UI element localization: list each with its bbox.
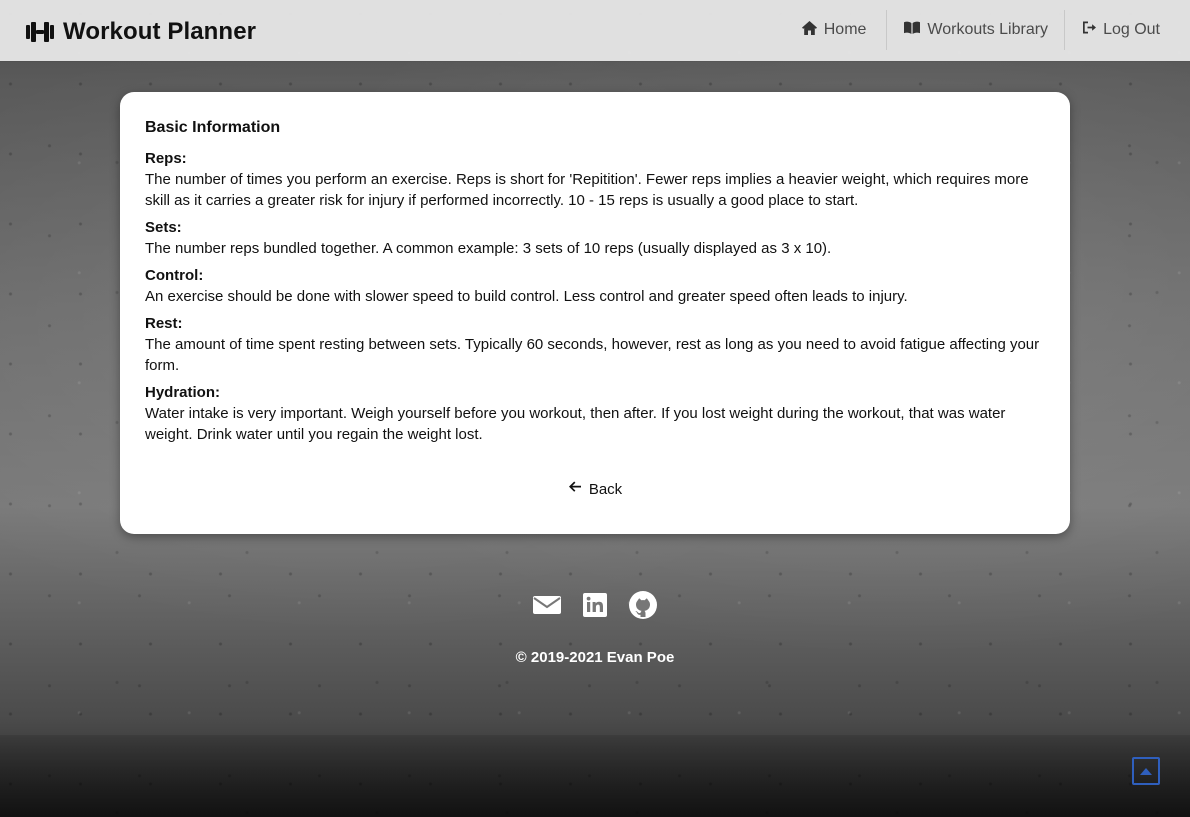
- copyright-text: © 2019-2021 Evan Poe: [515, 649, 675, 666]
- nav-home-link[interactable]: Home: [785, 10, 887, 50]
- definition-sets: The number reps bundled together. A comm…: [145, 240, 832, 257]
- social-links: [0, 588, 1190, 622]
- info-section-reps: Reps: The number of times you perform an…: [145, 149, 1045, 211]
- nav-logout-label: Log Out: [1103, 21, 1160, 38]
- info-section-sets: Sets: The number reps bundled together. …: [145, 218, 1045, 259]
- nav-workouts-library-link[interactable]: Workouts Library: [887, 10, 1064, 50]
- arrow-up-box-icon: [1139, 762, 1153, 781]
- arrow-left-icon: [568, 480, 582, 500]
- term-sets: Sets:: [145, 219, 182, 236]
- term-rest: Rest:: [145, 315, 183, 332]
- site-footer: © 2019-2021 Evan Poe: [0, 588, 1190, 667]
- term-control: Control:: [145, 267, 204, 284]
- nav-home-label: Home: [823, 21, 867, 38]
- github-icon[interactable]: [628, 590, 658, 620]
- definition-rest: The amount of time spent resting between…: [145, 336, 1040, 374]
- top-navbar: Workout Planner Home Workouts Library Lo…: [0, 0, 1190, 61]
- info-section-rest: Rest: The amount of time spent resting b…: [145, 314, 1045, 376]
- term-reps: Reps:: [145, 150, 187, 167]
- nav-workouts-library-label: Workouts Library: [927, 21, 1049, 38]
- dumbbell-icon: [25, 20, 55, 44]
- basic-information-card: Basic Information Reps: The number of ti…: [120, 92, 1070, 534]
- nav-logout-link[interactable]: Log Out: [1065, 10, 1176, 50]
- term-hydration: Hydration:: [145, 384, 220, 401]
- back-label: Back: [588, 481, 623, 498]
- scroll-to-top-button[interactable]: [1132, 757, 1160, 785]
- definition-control: An exercise should be done with slower s…: [145, 288, 908, 305]
- info-section-hydration: Hydration: Water intake is very importan…: [145, 383, 1045, 445]
- envelope-icon[interactable]: [532, 590, 562, 620]
- definition-hydration: Water intake is very important. Weigh yo…: [145, 405, 1006, 443]
- page-title: Basic Information: [145, 119, 281, 136]
- linkedin-icon[interactable]: [580, 590, 610, 620]
- home-icon: [801, 20, 818, 41]
- definition-reps: The number of times you perform an exerc…: [145, 171, 1029, 209]
- back-link-wrapper: Back: [120, 480, 1070, 500]
- book-open-icon: [903, 20, 921, 40]
- back-link[interactable]: Back: [568, 480, 622, 500]
- logout-icon: [1081, 20, 1097, 40]
- brand-title: Workout Planner: [63, 18, 257, 45]
- brand-link[interactable]: Workout Planner: [25, 17, 256, 47]
- nav-links: Home Workouts Library Log Out: [785, 10, 1176, 50]
- info-section-control: Control: An exercise should be done with…: [145, 266, 1045, 307]
